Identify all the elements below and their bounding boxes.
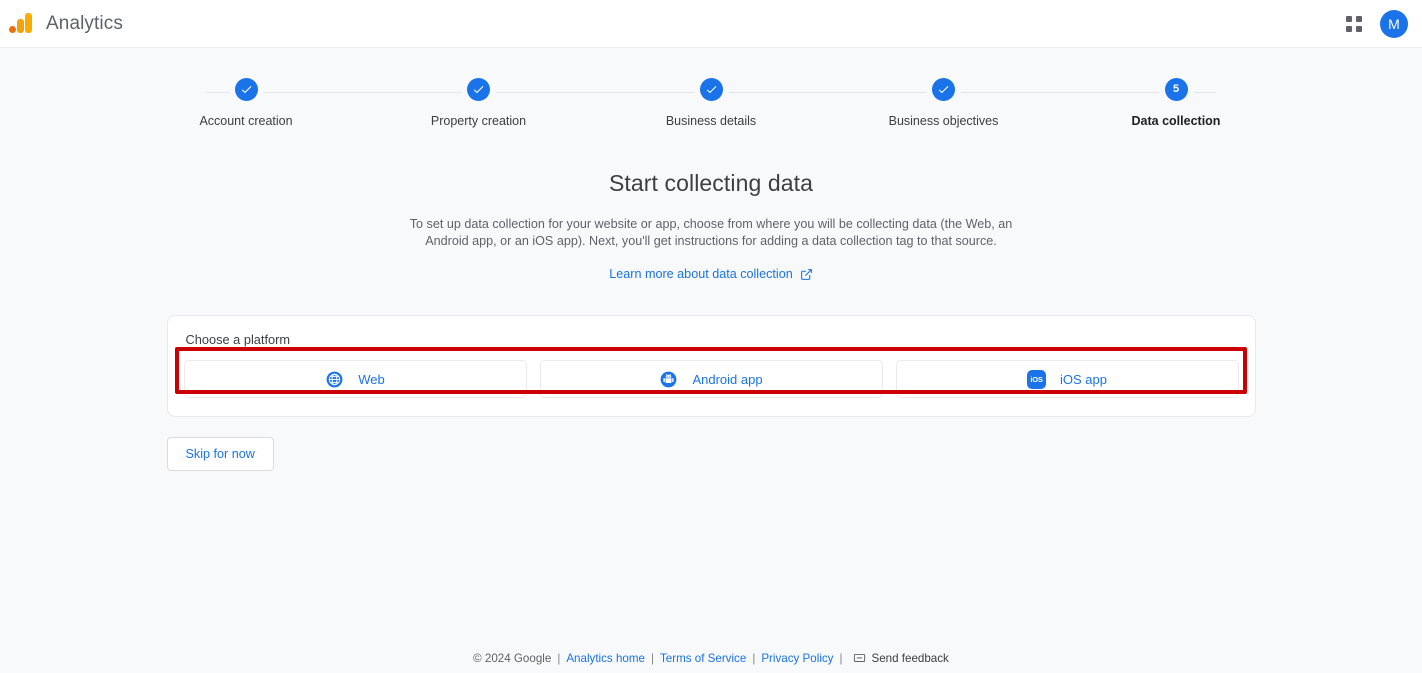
check-icon (699, 78, 723, 101)
avatar[interactable]: M (1380, 9, 1408, 38)
skip-row: Skip for now (166, 437, 1256, 472)
footer-separator: | (650, 652, 654, 665)
header-actions: M (1342, 9, 1408, 38)
stepper-steps: Account creation Property creation Busin… (146, 78, 1276, 128)
step-label: Business objectives (888, 114, 999, 128)
analytics-logo-icon (8, 11, 34, 37)
ios-badge-text: iOS (1027, 369, 1046, 389)
android-icon (659, 370, 678, 389)
app-title: Analytics (46, 12, 123, 34)
check-icon (234, 78, 258, 101)
footer-link-analytics-home[interactable]: Analytics home (566, 652, 645, 665)
step-label: Business details (665, 114, 757, 128)
step-business-objectives[interactable]: Business objectives (844, 78, 1044, 128)
send-feedback-button[interactable]: Send feedback (853, 652, 949, 665)
copyright-text: © 2024 Google (473, 652, 552, 665)
learn-more-link[interactable]: Learn more about data collection (609, 267, 812, 281)
step-property-creation[interactable]: Property creation (379, 78, 579, 128)
learn-more-label: Learn more about data collection (609, 267, 793, 282)
step-business-details[interactable]: Business details (611, 78, 811, 128)
platform-card-wrapper: Choose a platform Web Android app iOS iO… (166, 315, 1256, 418)
check-icon (467, 78, 490, 101)
page-footer: © 2024 Google | Analytics home | Terms o… (0, 652, 1422, 665)
step-label: Data collection (1131, 114, 1221, 128)
hero-section: Start collecting data To set up data col… (0, 170, 1422, 283)
platform-option-android[interactable]: Android app (539, 360, 883, 399)
platform-option-label: Web (358, 371, 385, 387)
footer-link-privacy-policy[interactable]: Privacy Policy (761, 652, 833, 665)
platform-option-ios[interactable]: iOS iOS app (895, 360, 1239, 399)
step-account-creation[interactable]: Account creation (146, 78, 346, 128)
brand[interactable]: Analytics (8, 11, 123, 37)
step-label: Account creation (199, 114, 293, 128)
footer-separator: | (557, 652, 561, 665)
feedback-icon (853, 652, 866, 665)
step-label: Property creation (430, 114, 527, 128)
onboarding-stepper: Account creation Property creation Busin… (146, 78, 1276, 136)
platform-option-label: Android app (692, 371, 763, 387)
check-icon (932, 78, 955, 101)
apps-grid-icon[interactable] (1342, 12, 1366, 36)
send-feedback-label: Send feedback (871, 652, 949, 665)
ios-badge-icon: iOS (1027, 369, 1046, 389)
footer-separator: | (752, 652, 756, 665)
platform-card-title: Choose a platform (185, 332, 291, 348)
step-data-collection[interactable]: 5 Data collection (1076, 78, 1276, 128)
footer-link-terms-of-service[interactable]: Terms of Service (660, 652, 746, 665)
platform-option-web[interactable]: Web (183, 360, 527, 399)
page-title: Start collecting data (608, 170, 814, 196)
skip-for-now-button[interactable]: Skip for now (166, 437, 274, 472)
page-description: To set up data collection for your websi… (409, 217, 1013, 248)
external-link-icon (800, 268, 813, 281)
step-number-badge: 5 (1164, 78, 1188, 101)
platform-card: Choose a platform Web Android app iOS iO… (166, 315, 1256, 418)
footer-separator: | (839, 652, 843, 665)
platform-option-label: iOS app (1060, 371, 1107, 387)
step-number: 5 (1172, 83, 1180, 95)
platform-options: Web Android app iOS iOS app (183, 360, 1239, 399)
app-header: Analytics M (0, 0, 1422, 48)
globe-icon (325, 370, 344, 389)
